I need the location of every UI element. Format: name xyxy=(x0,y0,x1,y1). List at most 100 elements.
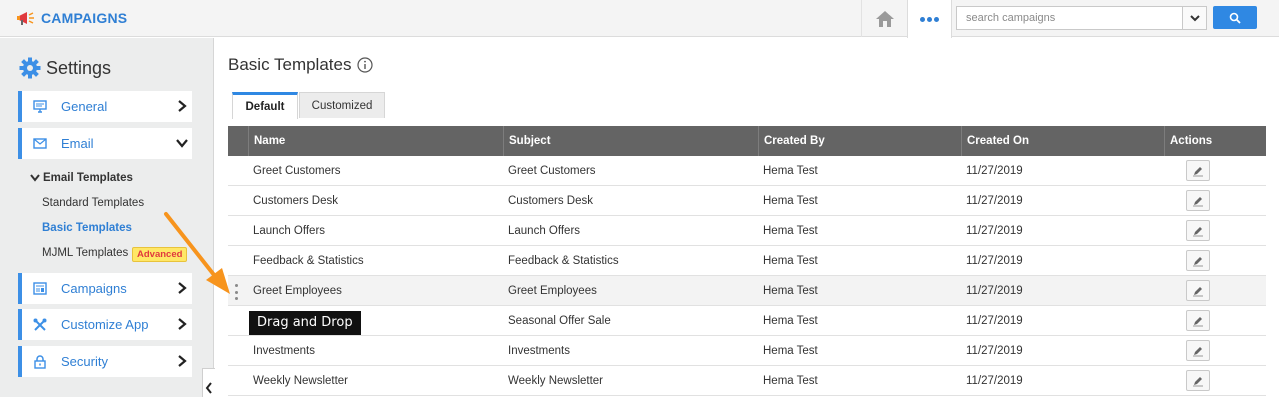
cell-created-by: Hema Test xyxy=(763,375,818,387)
cell-name: Weekly Newsletter xyxy=(253,375,349,387)
edit-button[interactable] xyxy=(1186,250,1210,271)
column-header-actions: Actions xyxy=(1164,126,1266,156)
chevron-down-icon xyxy=(30,174,40,182)
cell-name: Feedback & Statistics xyxy=(253,255,364,267)
drag-drop-tooltip: Drag and Drop xyxy=(249,311,361,335)
table-row[interactable]: Feedback & Statistics Feedback & Statist… xyxy=(228,246,1266,276)
chevron-right-icon xyxy=(178,100,187,112)
search-dropdown-button[interactable] xyxy=(1182,7,1206,29)
pencil-icon xyxy=(1193,196,1203,206)
sidebar-item-label: Email xyxy=(61,136,94,151)
cell-name: Investments xyxy=(253,345,315,357)
cell-created-on: 11/27/2019 xyxy=(966,285,1023,297)
column-header-subject[interactable]: Subject xyxy=(503,126,758,156)
table-row[interactable]: Seasonal Offer Sale Hema Test 11/27/2019 xyxy=(228,306,1266,336)
lock-icon xyxy=(32,354,48,370)
templates-table: Name Subject Created By Created On Actio… xyxy=(228,126,1266,396)
standard-templates-link[interactable]: Standard Templates xyxy=(42,197,144,209)
cell-created-on: 11/27/2019 xyxy=(966,195,1023,207)
cell-created-on: 11/27/2019 xyxy=(966,255,1023,267)
column-header-created-by[interactable]: Created By xyxy=(758,126,961,156)
table-row[interactable]: Weekly Newsletter Weekly Newsletter Hema… xyxy=(228,366,1266,396)
collapse-sidebar-button[interactable] xyxy=(202,368,215,397)
edit-button[interactable] xyxy=(1186,220,1210,241)
cell-name: Greet Customers xyxy=(253,165,341,177)
sidebar-item-security[interactable]: Security xyxy=(18,346,192,377)
dot-icon xyxy=(920,16,925,22)
cell-created-by: Hema Test xyxy=(763,285,818,297)
table-header: Name Subject Created By Created On Actio… xyxy=(228,126,1266,156)
chevron-left-icon xyxy=(205,382,212,394)
pencil-icon xyxy=(1193,286,1203,296)
search-icon xyxy=(1229,12,1241,24)
email-templates-heading[interactable]: Email Templates xyxy=(30,172,133,184)
info-icon[interactable] xyxy=(357,57,374,73)
dot-icon xyxy=(934,16,939,22)
table-row[interactable]: Customers Desk Customers Desk Hema Test … xyxy=(228,186,1266,216)
cell-created-on: 11/27/2019 xyxy=(966,315,1023,327)
table-row[interactable]: Greet Customers Greet Customers Hema Tes… xyxy=(228,156,1266,186)
cell-subject: Greet Customers xyxy=(508,165,596,177)
cell-subject: Weekly Newsletter xyxy=(508,375,604,387)
table-row[interactable]: Investments Investments Hema Test 11/27/… xyxy=(228,336,1266,366)
campaigns-icon xyxy=(32,281,48,297)
cell-created-by: Hema Test xyxy=(763,315,818,327)
monitor-icon xyxy=(32,99,48,115)
edit-button[interactable] xyxy=(1186,280,1210,301)
app-title: CAMPAIGNS xyxy=(41,10,128,26)
cell-subject: Investments xyxy=(508,345,570,357)
cell-subject: Seasonal Offer Sale xyxy=(508,315,611,327)
page-title: Basic Templates xyxy=(228,55,374,75)
column-header-created-on[interactable]: Created On xyxy=(961,126,1164,156)
tab-default[interactable]: Default xyxy=(232,92,298,119)
pencil-icon xyxy=(1193,376,1203,386)
pencil-icon xyxy=(1193,256,1203,266)
cell-created-on: 11/27/2019 xyxy=(966,375,1023,387)
gear-icon xyxy=(19,57,41,79)
mjml-templates-link[interactable]: MJML Templates xyxy=(42,247,128,259)
sidebar-item-label: General xyxy=(61,99,108,114)
cell-name: Customers Desk xyxy=(253,195,338,207)
cell-name: Launch Offers xyxy=(253,225,326,237)
basic-templates-link[interactable]: Basic Templates xyxy=(42,222,132,234)
cell-subject: Launch Offers xyxy=(508,225,581,237)
sidebar-item-customize-app[interactable]: Customize App xyxy=(18,309,192,340)
cell-subject: Greet Employees xyxy=(508,285,597,297)
search-input[interactable] xyxy=(957,7,1183,29)
chevron-right-icon xyxy=(178,355,187,367)
cell-created-by: Hema Test xyxy=(763,195,818,207)
cell-subject: Feedback & Statistics xyxy=(508,255,619,267)
pencil-icon xyxy=(1193,226,1203,236)
edit-button[interactable] xyxy=(1186,310,1210,331)
envelope-icon xyxy=(32,136,48,152)
home-button[interactable] xyxy=(861,0,907,37)
cell-created-on: 11/27/2019 xyxy=(966,165,1023,177)
chevron-down-icon xyxy=(1189,14,1200,21)
email-templates-label: Email Templates xyxy=(43,172,133,184)
dot-icon xyxy=(927,16,932,22)
search-button[interactable] xyxy=(1213,6,1257,29)
edit-button[interactable] xyxy=(1186,340,1210,361)
chevron-right-icon xyxy=(178,318,187,330)
tab-customized[interactable]: Customized xyxy=(299,92,385,118)
edit-button[interactable] xyxy=(1186,370,1210,391)
search-box xyxy=(956,6,1207,30)
cell-created-by: Hema Test xyxy=(763,225,818,237)
edit-button[interactable] xyxy=(1186,190,1210,211)
annotation-arrow-icon xyxy=(164,212,230,294)
table-row[interactable]: Launch Offers Launch Offers Hema Test 11… xyxy=(228,216,1266,246)
table-row[interactable]: Greet Employees Greet Employees Hema Tes… xyxy=(228,276,1266,306)
edit-button[interactable] xyxy=(1186,160,1210,181)
page-title-text: Basic Templates xyxy=(228,55,352,74)
sidebar-item-label: Customize App xyxy=(61,317,149,332)
tools-icon xyxy=(32,317,48,333)
chevron-down-icon xyxy=(176,139,188,148)
sidebar-item-email[interactable]: Email xyxy=(18,128,192,159)
cell-created-by: Hema Test xyxy=(763,255,818,267)
megaphone-icon xyxy=(17,12,34,25)
column-header-name[interactable]: Name xyxy=(248,126,503,156)
brand[interactable]: CAMPAIGNS xyxy=(16,9,127,27)
sidebar-item-general[interactable]: General xyxy=(18,91,192,122)
settings-title: Settings xyxy=(46,57,112,78)
more-menu-button[interactable] xyxy=(907,0,952,38)
